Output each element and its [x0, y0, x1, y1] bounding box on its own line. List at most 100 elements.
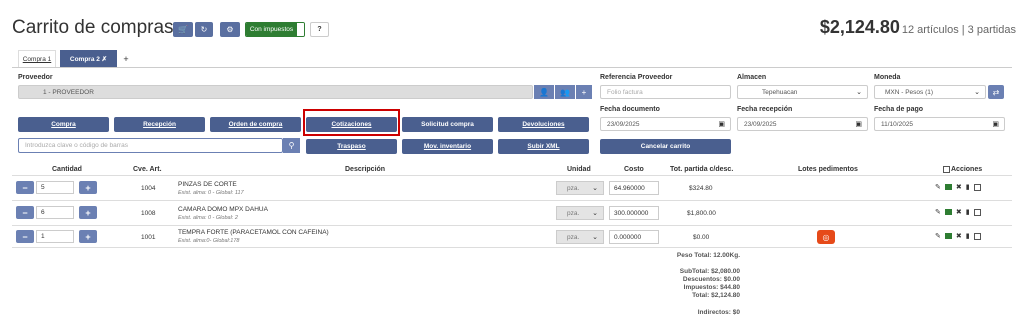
pay-date-input[interactable]: 11/10/2025 ▣ [874, 117, 1005, 131]
refresh-icon: ↻ [200, 25, 208, 34]
row-checkbox[interactable] [973, 208, 981, 216]
col-cantidad: Cantidad [52, 166, 82, 173]
qty-decrease-button[interactable]: − [16, 181, 34, 194]
money-icon[interactable] [944, 233, 952, 239]
select-all-checkbox[interactable] [943, 166, 950, 173]
rec-date-input[interactable]: 23/09/2025 ▣ [737, 117, 868, 131]
row-actions: ✎ ✖ ▮ [935, 208, 981, 216]
calendar-icon[interactable]: ▣ [992, 120, 999, 128]
chevron-down-icon: ⌄ [856, 89, 862, 96]
supplier-field[interactable]: 1 - PROVEEDOR [18, 85, 533, 99]
tax-toggle-label: Con impuestos [246, 23, 297, 36]
add-tab-button[interactable]: + [119, 50, 133, 68]
calendar-icon[interactable]: ▣ [718, 120, 725, 128]
add-supplier-button[interactable]: + [576, 85, 592, 99]
cancelar-carrito-button[interactable]: Cancelar carrito [600, 139, 731, 154]
currency-refresh-button[interactable]: ⇄ [988, 85, 1004, 99]
minus-icon: − [22, 182, 28, 193]
pencil-icon[interactable]: ✎ [935, 183, 941, 191]
tab-compra-2[interactable]: Compra 2 ✗ [60, 50, 117, 68]
ref-placeholder: Folio factura [607, 88, 643, 96]
row-description: CAMARA DOMO MPX DAHUA [178, 206, 268, 213]
money-icon[interactable] [944, 184, 952, 190]
help-button[interactable]: ? [310, 22, 329, 37]
descuentos: Descuentos: $0.00 [682, 276, 740, 283]
search-button[interactable]: ⚲ [283, 138, 300, 153]
qty-input[interactable]: 1 [36, 230, 74, 243]
trash-icon[interactable]: ▮ [966, 232, 970, 240]
cost-input[interactable]: 300.000000 [609, 206, 659, 220]
qty-input[interactable]: 5 [36, 181, 74, 194]
pay-date-label: Fecha de pago [874, 106, 924, 113]
col-total: Tot. partida c/desc. [670, 166, 734, 173]
ref-input[interactable]: Folio factura [600, 85, 731, 99]
trash-icon[interactable]: ▮ [966, 183, 970, 191]
warehouse-select[interactable]: Tepehuacan ⌄ [737, 85, 868, 99]
row-checkbox[interactable] [973, 232, 981, 240]
plus-icon: + [85, 182, 91, 193]
qty-decrease-button[interactable]: − [16, 206, 34, 219]
chevron-down-icon: ⌄ [592, 185, 598, 192]
warehouse-label: Almacen [737, 74, 767, 81]
cost-input[interactable]: 64.960000 [609, 181, 659, 195]
close-icon[interactable]: ✖ [956, 183, 962, 191]
row-actions: ✎ ✖ ▮ [935, 183, 981, 191]
tab-compra-1[interactable]: Compra 1 [18, 50, 56, 68]
lot-icon: ◎ [822, 232, 830, 242]
pencil-icon[interactable]: ✎ [935, 208, 941, 216]
lotes-button[interactable]: ◎ [817, 230, 835, 244]
doc-date-label: Fecha documento [600, 106, 660, 113]
pencil-icon[interactable]: ✎ [935, 232, 941, 240]
refresh-button[interactable]: ↻ [195, 22, 213, 37]
plus-icon: + [581, 87, 587, 97]
unit-select[interactable]: pza. ⌄ [556, 181, 604, 195]
peso-total: Peso Total: 12.00Kg. [676, 252, 740, 259]
cart-button[interactable]: 🛒 [173, 22, 193, 37]
currency-select[interactable]: MXN - Pesos (1) ⌄ [874, 85, 986, 99]
subtotal: SubTotal: $2,080.00 [679, 268, 740, 275]
row-description: PINZAS DE CORTE [178, 181, 237, 188]
close-icon[interactable]: ✖ [956, 232, 962, 240]
search-input[interactable]: Introduzca clave o código de barras [18, 138, 283, 153]
close-icon[interactable]: ✖ [956, 208, 962, 216]
trash-icon[interactable]: ▮ [966, 208, 970, 216]
row-cve: 1004 [141, 185, 156, 192]
unit-value: pza. [567, 184, 580, 192]
warehouse-value: Tepehuacan [762, 88, 798, 96]
solicitud-compra-button[interactable]: Solicitud compra [402, 117, 493, 132]
qty-increase-button[interactable]: + [79, 230, 97, 243]
row-total: $1,800.00 [687, 210, 716, 217]
total-amount: $2,124.80 [819, 17, 900, 37]
qty-increase-button[interactable]: + [79, 206, 97, 219]
unit-select[interactable]: pza. ⌄ [556, 230, 604, 244]
devoluciones-button[interactable]: Devoluciones [498, 117, 589, 132]
qty-input[interactable]: 6 [36, 206, 74, 219]
compra-button[interactable]: Compra [18, 117, 109, 132]
rec-date-value: 23/09/2025 [744, 120, 777, 128]
total-summary: 12 artículos | 3 partidas [901, 24, 1016, 36]
minus-icon: − [22, 231, 28, 242]
mov-inventario-button[interactable]: Mov. inventario [402, 139, 493, 154]
qty-decrease-button[interactable]: − [16, 230, 34, 243]
row-checkbox[interactable] [973, 183, 981, 191]
traspaso-button[interactable]: Traspaso [306, 139, 397, 154]
doc-date-input[interactable]: 23/09/2025 ▣ [600, 117, 731, 131]
cost-input[interactable]: 0.000000 [609, 230, 659, 244]
search-placeholder: Introduzca clave o código de barras [25, 142, 128, 149]
orden-compra-button[interactable]: Orden de compra [210, 117, 301, 132]
calendar-icon[interactable]: ▣ [855, 120, 862, 128]
cart-icon: 🛒 [178, 25, 188, 34]
edit-supplier-button[interactable]: 👤 [534, 85, 554, 99]
money-icon[interactable] [944, 209, 952, 215]
qty-increase-button[interactable]: + [79, 181, 97, 194]
unit-select[interactable]: pza. ⌄ [556, 206, 604, 220]
users-button[interactable]: 👥 [555, 85, 575, 99]
subir-xml-button[interactable]: Subir XML [498, 139, 589, 154]
settings-button[interactable]: ⚙ [220, 22, 240, 37]
col-costo: Costo [624, 166, 644, 173]
cart-total: $2,124.80 12 artículos | 3 partidas [820, 17, 1016, 38]
col-descripcion: Descripción [345, 166, 386, 173]
recepcion-button[interactable]: Recepción [114, 117, 205, 132]
chevron-down-icon: ⌄ [974, 89, 980, 96]
tax-toggle[interactable]: Con impuestos [245, 22, 305, 37]
